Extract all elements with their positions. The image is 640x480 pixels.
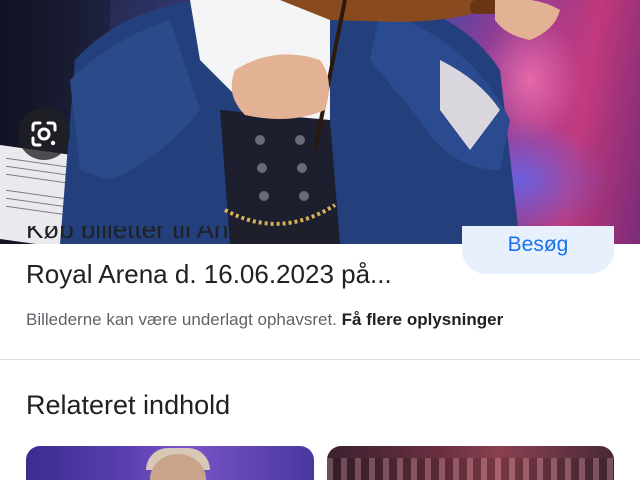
visit-button[interactable]: Besøg <box>462 226 614 274</box>
related-thumbnail[interactable] <box>26 446 314 480</box>
section-divider <box>0 359 640 360</box>
google-lens-icon <box>31 121 57 147</box>
violinist-illustration <box>60 0 560 244</box>
related-thumbnail[interactable] <box>327 446 614 480</box>
related-content-heading: Relateret indhold <box>26 390 231 420</box>
copyright-notice: Billederne kan være underlagt ophavsret.… <box>26 310 503 330</box>
result-title-partial[interactable]: Køb billetter til André Rieu i <box>26 226 446 244</box>
learn-more-link[interactable]: Få flere oplysninger <box>342 310 504 329</box>
hero-image[interactable] <box>0 0 640 244</box>
result-title[interactable]: Royal Arena d. 16.06.2023 på... <box>26 257 456 291</box>
copyright-text: Billederne kan være underlagt ophavsret. <box>26 310 337 329</box>
google-lens-button[interactable] <box>18 108 70 160</box>
